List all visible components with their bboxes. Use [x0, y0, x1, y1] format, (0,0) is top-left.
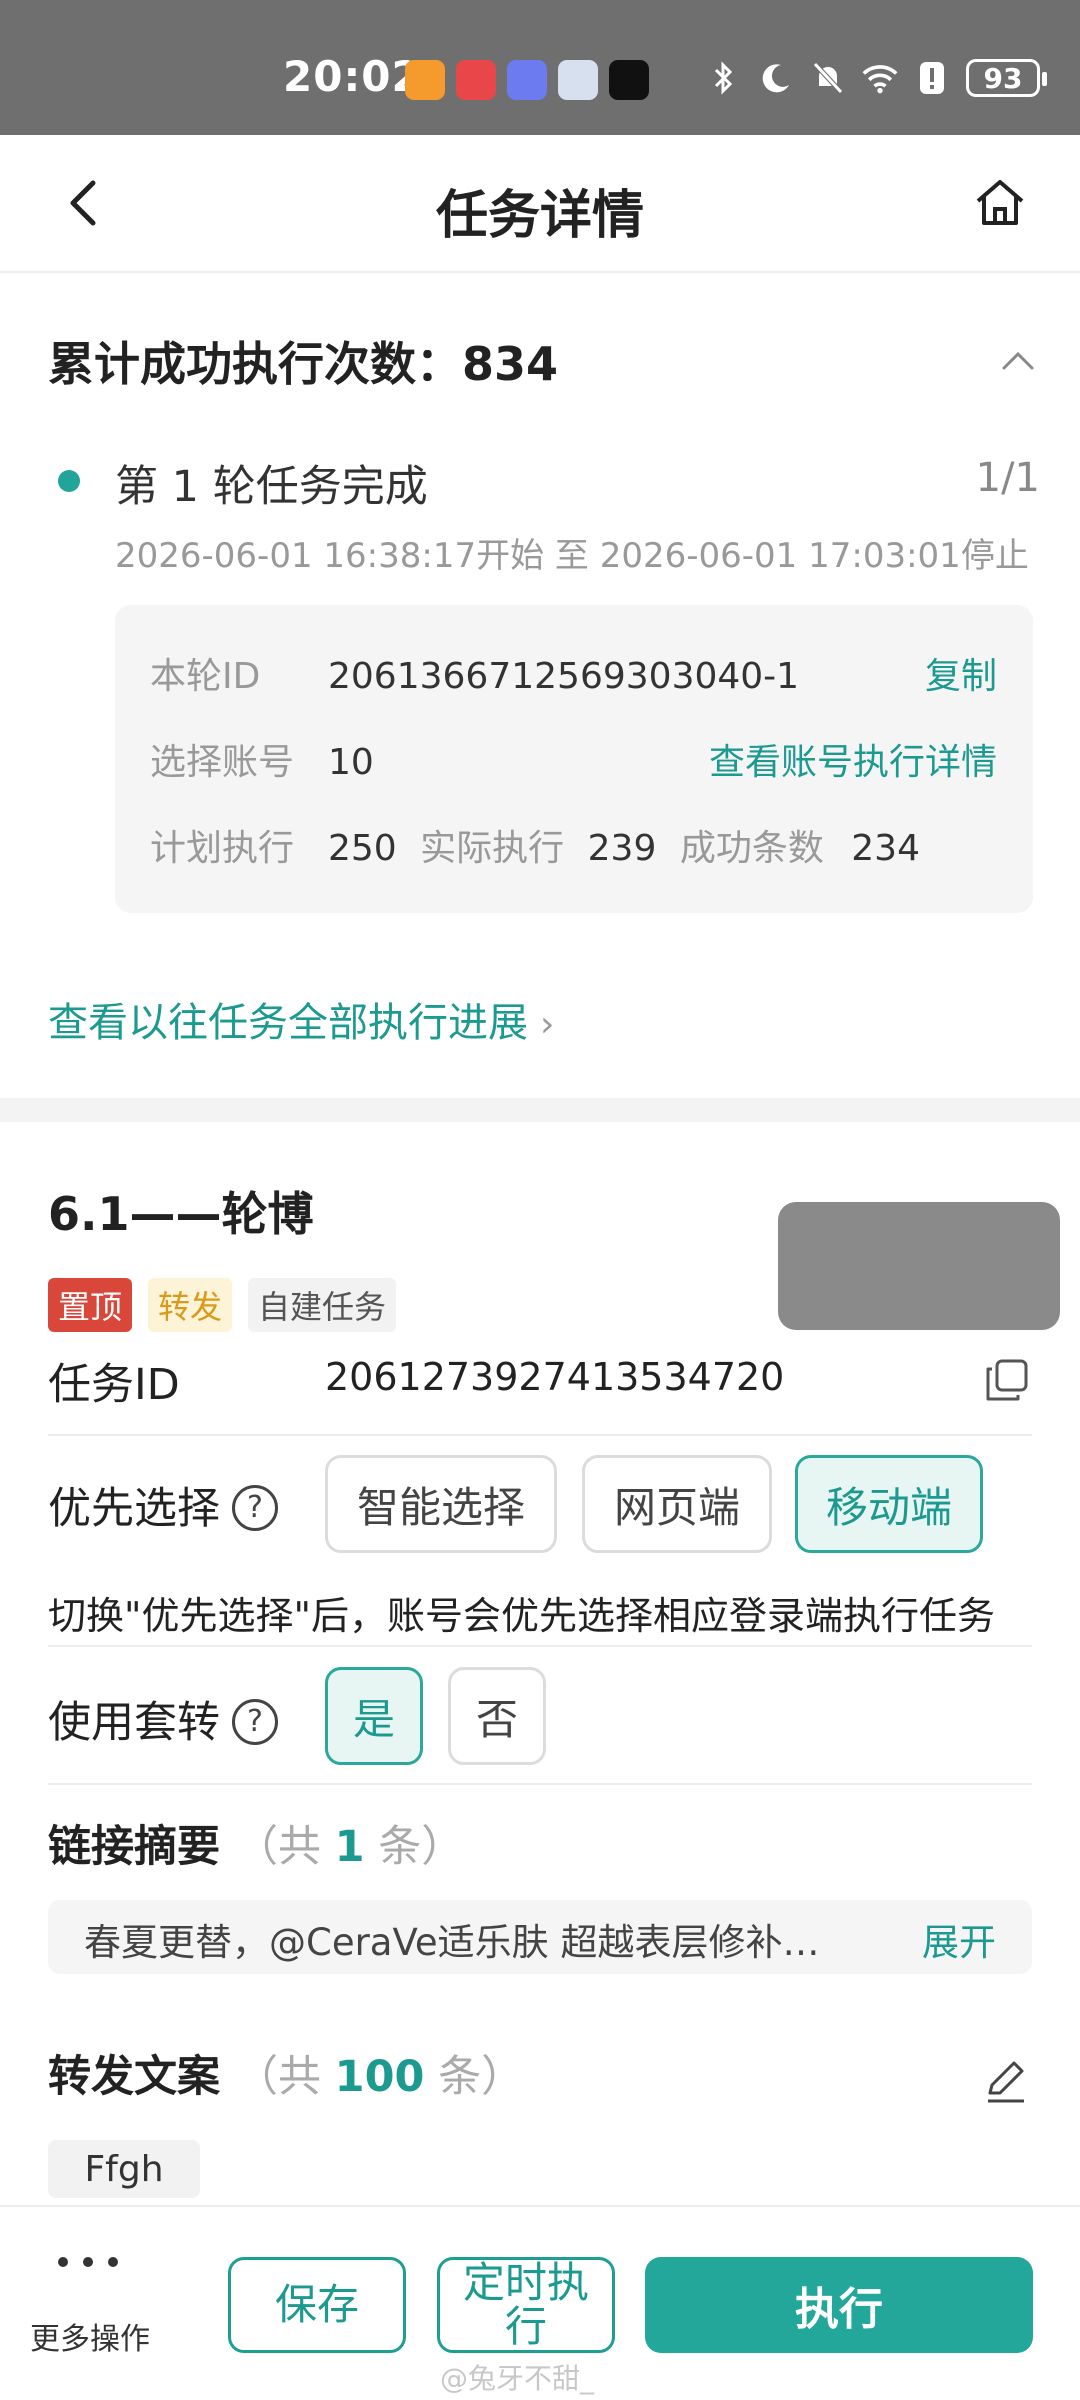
task-id-label: 任务ID	[48, 1360, 180, 1410]
history-link-label: 查看以往任务全部执行进展	[48, 1000, 528, 1046]
row-divider	[48, 1783, 1032, 1785]
link-summary-box: 春夏更替，@CeraVe适乐肤 超越表层修补… 展开	[48, 1900, 1032, 1974]
page-title: 任务详情	[435, 186, 644, 246]
row-divider	[48, 1645, 1032, 1647]
edit-icon[interactable]	[980, 2055, 1032, 2107]
moon-icon	[758, 58, 794, 98]
copy-text-heading: 转发文案 （共 100 条）	[48, 2042, 524, 2104]
links-count: （共 1 条）	[234, 1822, 465, 1872]
option-web[interactable]: 网页端	[582, 1455, 772, 1553]
help-icon[interactable]: ?	[232, 1484, 278, 1531]
account-value: 10	[328, 742, 374, 783]
task-id-value: 2061273927413534720	[325, 1355, 785, 1399]
chevron-right-icon: ›	[540, 1004, 555, 1045]
option-smart-select[interactable]: 智能选择	[325, 1455, 557, 1553]
round-count: 1/1	[975, 455, 1040, 501]
priority-hint: 切换"优先选择"后，账号会优先选择相应登录端执行任务	[48, 1594, 995, 1638]
snapshot-icon	[558, 60, 598, 100]
copy-icon[interactable]	[982, 1355, 1032, 1405]
plan-value: 250	[328, 828, 397, 869]
alert-icon	[914, 58, 950, 98]
gallery-icon	[507, 60, 547, 100]
success-count-heading: 累计成功执行次数：834	[48, 337, 559, 391]
account-row: 选择账号 10	[150, 733, 374, 785]
success-label: 成功条数	[679, 828, 824, 869]
tag-forward: 转发	[148, 1278, 233, 1332]
links-heading: 链接摘要 （共 1 条）	[48, 1812, 464, 1874]
section-divider	[0, 1098, 1080, 1122]
round-title: 第 1 轮任务完成	[115, 462, 428, 512]
bluetooth-icon	[706, 58, 742, 98]
priority-label: 优先选择	[48, 1484, 220, 1534]
round-id-value: 2061366712569303040-1	[328, 656, 800, 697]
sensor-app-icon	[405, 60, 445, 100]
account-label: 选择账号	[150, 742, 295, 783]
nest-label: 使用套转	[48, 1698, 220, 1748]
actual-value: 239	[587, 828, 657, 869]
round-id-label: 本轮ID	[150, 656, 261, 697]
row-divider	[48, 1434, 1032, 1436]
watermark-text: @兔牙不甜_	[440, 2362, 595, 2395]
floating-overlay[interactable]	[778, 1202, 1060, 1330]
save-button[interactable]: 保存	[228, 2257, 406, 2353]
bottom-action-bar: 更多操作 保存 定时执行 执行 @兔牙不甜_	[0, 2205, 1080, 2400]
home-icon[interactable]	[970, 173, 1030, 233]
copy-round-id-button[interactable]: 复制	[925, 647, 997, 699]
help-icon[interactable]: ?	[232, 1698, 278, 1745]
expand-button[interactable]: 展开	[922, 1912, 996, 1966]
round-status-dot	[58, 470, 80, 492]
history-progress-link[interactable]: 查看以往任务全部执行进展 ›	[48, 990, 554, 1048]
plan-label: 计划执行	[150, 828, 295, 869]
round-id-row: 本轮ID 2061366712569303040-1	[150, 647, 799, 699]
stats-row: 计划执行 250 实际执行 239 成功条数 234	[150, 819, 920, 871]
status-app-icons	[405, 60, 649, 100]
links-label: 链接摘要	[48, 1822, 220, 1872]
collapse-chevron-icon[interactable]	[996, 340, 1040, 380]
more-actions-label[interactable]: 更多操作	[30, 2314, 150, 2358]
account-detail-link[interactable]: 查看账号执行详情	[709, 733, 997, 785]
round-time-range: 2026-06-01 16:38:17开始 至 2026-06-01 17:03…	[115, 536, 1029, 576]
status-bar: 20:02 93	[0, 0, 1080, 135]
more-icon[interactable]	[58, 2257, 118, 2277]
copy-text-label: 转发文案	[48, 2052, 220, 2102]
execute-button[interactable]: 执行	[645, 2257, 1033, 2353]
copy-text-count: （共 100 条）	[234, 2052, 525, 2102]
schedule-button[interactable]: 定时执行	[437, 2257, 615, 2353]
mute-bell-icon	[810, 58, 846, 98]
copy-text-chip[interactable]: Ffgh	[48, 2140, 200, 2198]
nest-row-label: 使用套转?	[48, 1688, 278, 1750]
actual-label: 实际执行	[420, 828, 565, 869]
status-time: 20:02	[283, 52, 422, 101]
task-name: 6.1——轮博	[48, 1187, 314, 1241]
tag-pinned: 置顶	[48, 1278, 133, 1332]
link-summary-text: 春夏更替，@CeraVe适乐肤 超越表层修补…	[84, 1921, 820, 1964]
top-nav-bar: 任务详情	[0, 135, 1080, 273]
huawei-store-icon	[456, 60, 496, 100]
priority-row-label: 优先选择?	[48, 1474, 278, 1536]
task-tags: 置顶 转发 自建任务	[48, 1278, 397, 1332]
tiktok-icon	[609, 60, 649, 100]
success-value: 234	[851, 828, 920, 869]
option-mobile[interactable]: 移动端	[795, 1455, 983, 1553]
status-indicators: 93	[706, 58, 1047, 98]
option-no[interactable]: 否	[448, 1667, 546, 1765]
battery-icon: 93	[966, 59, 1047, 97]
tag-self-built: 自建任务	[248, 1278, 397, 1332]
option-yes[interactable]: 是	[325, 1667, 423, 1765]
round-detail-card: 本轮ID 2061366712569303040-1 复制 选择账号 10 查看账号…	[115, 605, 1033, 913]
wifi-icon	[862, 58, 898, 98]
